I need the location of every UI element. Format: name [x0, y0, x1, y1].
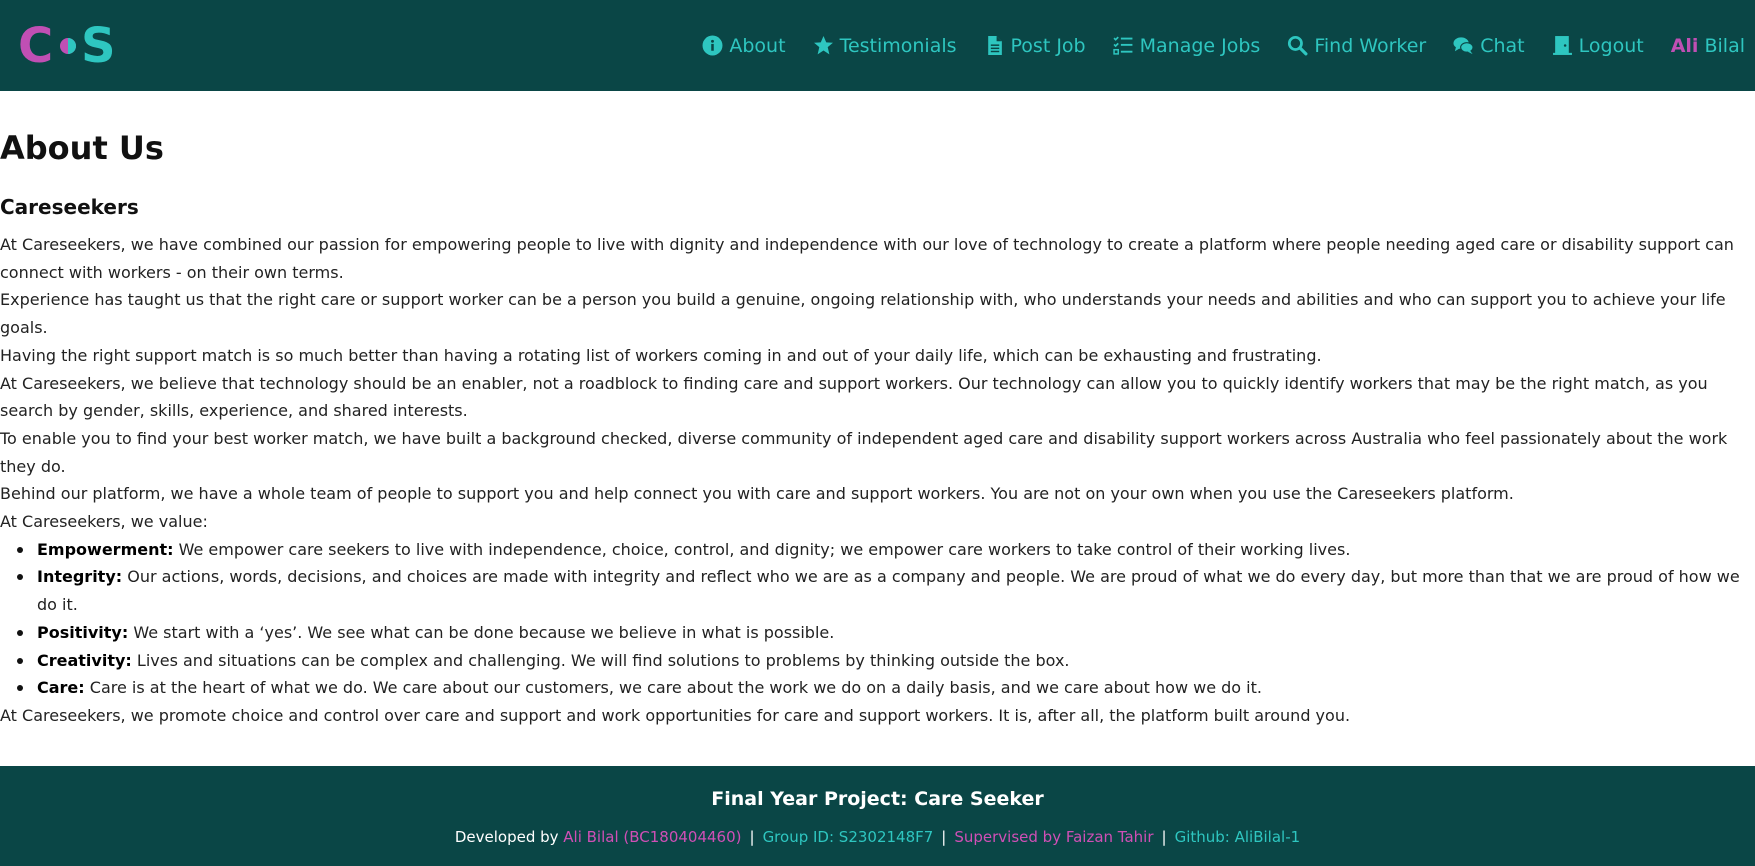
logo-letter-left: C	[18, 20, 53, 70]
nav-post-job-label: Post Job	[1010, 34, 1086, 57]
nav-testimonials[interactable]: Testimonials	[813, 35, 957, 57]
nav-logout-label: Logout	[1578, 34, 1644, 57]
about-content: At Careseekers, we have combined our pas…	[0, 231, 1755, 730]
paragraph: At Careseekers, we believe that technolo…	[0, 373, 1708, 421]
nav-find-worker-label: Find Worker	[1314, 34, 1427, 57]
user-last-name: Bilal	[1704, 34, 1745, 57]
developed-by-label: Developed by	[454, 828, 564, 846]
nav-chat[interactable]: Chat	[1453, 34, 1525, 57]
user-name[interactable]: Ali Bilal	[1671, 35, 1745, 57]
paragraph: Experience has taught us that the right …	[0, 290, 1726, 338]
main-content: About Us Careseekers At Careseekers, we …	[0, 91, 1755, 766]
nav-post-job[interactable]: Post Job	[984, 35, 1086, 57]
value-text: Care is at the heart of what we do. We c…	[84, 678, 1262, 698]
logo-letter-right: S	[81, 20, 116, 70]
page-subtitle: Careseekers	[0, 195, 139, 219]
paragraph: Having the right support match is so muc…	[0, 345, 1322, 365]
paragraph: Behind our platform, we have a whole tea…	[0, 484, 1514, 504]
footer-credits: Developed by Ali Bilal (BC180404460) | Gro…	[0, 828, 1755, 846]
group-id: Group ID: S2302148F7	[762, 828, 934, 846]
github-link[interactable]: Github: AliBilal-1	[1175, 828, 1301, 846]
list-item: Creativity: Lives and situations can be …	[17, 647, 1755, 675]
closing-paragraph: At Careseekers, we promote choice and co…	[0, 705, 1351, 725]
nav-testimonials-label: Testimonials	[839, 34, 957, 57]
logo[interactable]: C S	[18, 20, 118, 70]
nav-links: About Testimonials Post Job Manage Jobs …	[702, 0, 1745, 91]
value-term: Positivity:	[37, 622, 129, 642]
value-term: Empowerment:	[37, 539, 174, 559]
user-first-name: Ali	[1670, 34, 1699, 57]
paragraph: At Careseekers, we have combined our pas…	[0, 235, 1734, 282]
value-term: Creativity:	[37, 650, 132, 670]
nav-chat-label: Chat	[1480, 34, 1525, 57]
navbar: C S About Testimonials Post Job Manage J…	[0, 0, 1755, 91]
paragraph: At Careseekers, we value:	[0, 512, 208, 532]
document-icon	[987, 36, 1002, 55]
door-icon	[1552, 36, 1572, 55]
list-item: Care: Care is at the heart of what we do…	[17, 674, 1755, 702]
star-icon	[813, 36, 833, 55]
value-term: Care:	[37, 678, 85, 698]
nav-about-label: About	[729, 34, 786, 57]
value-text: Our actions, words, decisions, and choic…	[37, 567, 1740, 615]
value-term: Integrity:	[37, 567, 123, 587]
footer: Final Year Project: Care Seeker Develope…	[0, 766, 1755, 866]
list-item: Positivity: We start with a ‘yes’. We se…	[17, 619, 1755, 647]
list-item: Integrity: Our actions, words, decisions…	[17, 563, 1755, 618]
search-icon	[1288, 35, 1308, 56]
nav-about[interactable]: About	[702, 34, 786, 57]
chat-icon	[1453, 37, 1474, 55]
careseekers-logo-icon: C S	[18, 20, 116, 70]
value-text: We start with a ‘yes’. We see what can b…	[128, 622, 835, 642]
info-icon	[702, 35, 723, 56]
nav-manage-jobs-label: Manage Jobs	[1139, 34, 1261, 57]
footer-title: Final Year Project: Care Seeker	[711, 788, 1044, 810]
nav-find-worker[interactable]: Find Worker	[1287, 35, 1426, 57]
nav-logout[interactable]: Logout	[1552, 35, 1644, 57]
footer-separator: |	[749, 828, 755, 846]
checklist-icon	[1112, 36, 1133, 55]
list-item: Empowerment: We empower care seekers to …	[17, 536, 1755, 564]
footer-separator: |	[1161, 828, 1167, 846]
supervisor-link[interactable]: Supervised by Faizan Tahir	[954, 828, 1153, 846]
paragraph: To enable you to find your best worker m…	[0, 428, 1728, 476]
value-text: We empower care seekers to live with ind…	[173, 539, 1351, 559]
page-title: About Us	[0, 129, 164, 167]
values-list: Empowerment: We empower care seekers to …	[0, 536, 1755, 702]
value-text: Lives and situations can be complex and …	[131, 650, 1070, 670]
nav-manage-jobs[interactable]: Manage Jobs	[1112, 34, 1261, 57]
developer-link[interactable]: Ali Bilal (BC180404460)	[563, 828, 741, 846]
footer-separator: |	[941, 828, 947, 846]
